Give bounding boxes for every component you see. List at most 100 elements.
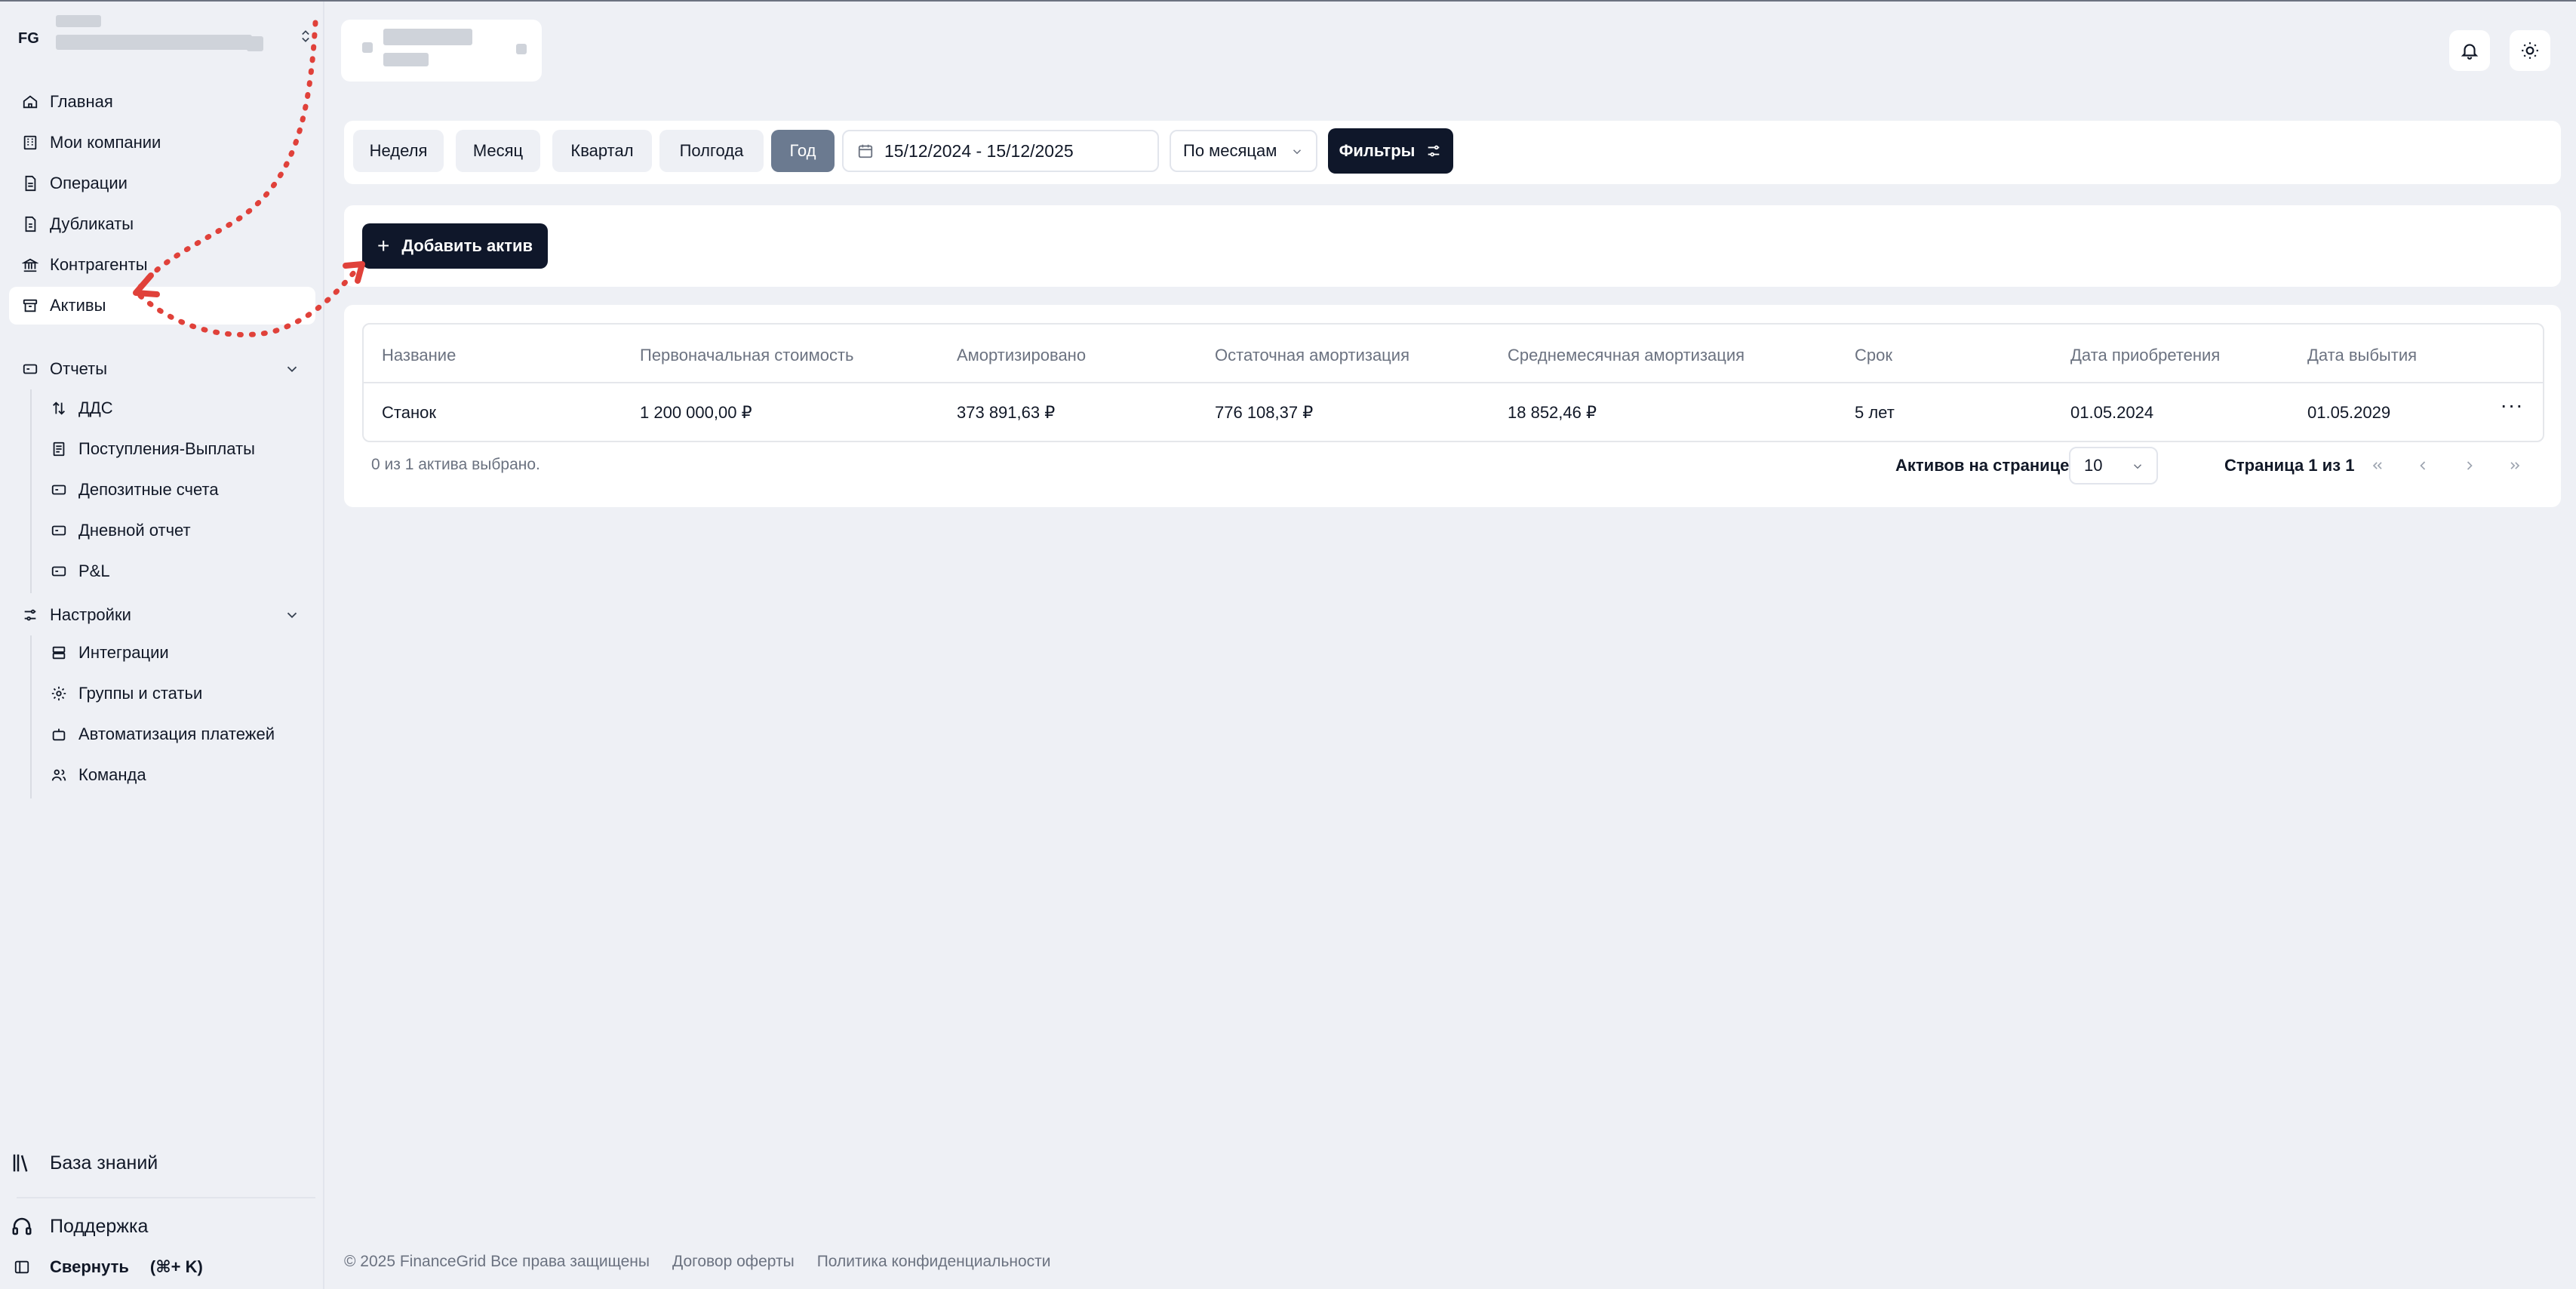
- row-actions-button[interactable]: ···: [2499, 395, 2525, 418]
- cell-disposal-date: 01.05.2029: [2307, 403, 2391, 422]
- copy-document-icon: [21, 215, 39, 233]
- sliders-icon: [1428, 145, 1440, 157]
- chevron-right-icon: [2467, 461, 2473, 470]
- org-switcher[interactable]: FG: [17, 14, 315, 68]
- header-org-redacted: [383, 53, 429, 66]
- assets-table: Название Первоначальная стоимость Аморти…: [362, 323, 2544, 442]
- grouping-select[interactable]: По месяцам: [1170, 130, 1317, 172]
- theme-toggle-button[interactable]: [2510, 30, 2550, 71]
- collapse-shortcut: (⌘+ K): [149, 1257, 203, 1276]
- org-initials: FG: [18, 30, 39, 47]
- column-header-monthly[interactable]: Среднемесячная амортизация: [1508, 346, 1744, 365]
- sidebar-item-label: Поступления-Выплаты: [78, 439, 255, 458]
- cell-acquisition-date: 01.05.2024: [2070, 403, 2154, 422]
- sidebar-item-integrations[interactable]: Интеграции: [38, 634, 315, 672]
- card-icon: [50, 521, 68, 540]
- date-range-value: 15/12/2024 - 15/12/2025: [884, 140, 1074, 161]
- filter-bar: Неделя Месяц Квартал Полгода Год 15/12/2…: [344, 121, 2561, 184]
- sidebar-group-label: Настройки: [50, 605, 131, 624]
- column-header-disposal-date[interactable]: Дата выбытия: [2307, 346, 2417, 365]
- sidebar-group-reports[interactable]: Отчеты: [9, 350, 315, 388]
- users-icon: [50, 766, 68, 784]
- window-top-border: [0, 0, 2576, 2]
- sidebar-item-counterparties[interactable]: Контрагенты: [9, 246, 315, 284]
- sidebar-item-team[interactable]: Команда: [38, 756, 315, 794]
- cell-residual: 776 108,37 ₽: [1215, 403, 1314, 422]
- column-header-amortized[interactable]: Амортизировано: [957, 346, 1086, 365]
- sidebar-item-label: Автоматизация платежей: [78, 724, 275, 743]
- table-divider: [364, 382, 2543, 383]
- add-asset-button[interactable]: + Добавить актив: [362, 223, 548, 269]
- sub-nav-line: [30, 389, 32, 593]
- gear-icon: [50, 684, 68, 703]
- chevron-down-icon: [287, 366, 297, 373]
- sidebar-item-label: Дубликаты: [50, 214, 134, 233]
- headset-icon: [9, 1214, 35, 1239]
- sidebar-item-label: Группы и статьи: [78, 684, 203, 703]
- notifications-button[interactable]: [2449, 30, 2490, 71]
- per-page-label: Активов на странице: [1895, 456, 2070, 475]
- last-page-button[interactable]: [2498, 448, 2532, 483]
- support-link[interactable]: Поддержка: [9, 1214, 148, 1239]
- sidebar-item-label: ДДС: [78, 398, 113, 417]
- receipt-icon: [50, 440, 68, 458]
- sidebar-item-label: Контрагенты: [50, 255, 148, 274]
- sidebar-item-deposit-accounts[interactable]: Депозитные счета: [38, 471, 315, 509]
- sidebar-item-payment-automation[interactable]: Автоматизация платежей: [38, 715, 315, 753]
- sidebar-panel-icon: [9, 1254, 35, 1280]
- prev-page-button[interactable]: [2405, 448, 2440, 483]
- bell-icon: [2461, 44, 2479, 60]
- column-header-name[interactable]: Название: [382, 346, 456, 365]
- selection-info: 0 из 1 актива выбрано.: [371, 456, 540, 473]
- sidebar-item-label: Главная: [50, 92, 113, 111]
- sidebar-item-groups-articles[interactable]: Группы и статьи: [38, 675, 315, 712]
- sub-nav-line: [30, 635, 32, 798]
- period-quarter-button[interactable]: Квартал: [552, 130, 652, 172]
- cell-monthly: 18 852,46 ₽: [1508, 403, 1597, 422]
- next-page-button[interactable]: [2452, 448, 2487, 483]
- sidebar-item-assets[interactable]: Активы: [9, 287, 315, 325]
- period-month-button[interactable]: Месяц: [456, 130, 540, 172]
- period-halfyear-button[interactable]: Полгода: [659, 130, 764, 172]
- sidebar-item-receipts-payments[interactable]: Поступления-Выплаты: [38, 430, 315, 468]
- sidebar-item-pnl[interactable]: P&L: [38, 552, 315, 590]
- column-header-acquisition-date[interactable]: Дата приобретения: [2070, 346, 2220, 365]
- archive-icon: [21, 297, 39, 315]
- cell-term: 5 лет: [1855, 403, 1895, 422]
- knowledge-base-link[interactable]: База знаний: [9, 1150, 158, 1176]
- privacy-link[interactable]: Политика конфиденциальности: [817, 1253, 1051, 1271]
- report-icon: [21, 360, 39, 378]
- filters-label: Фильтры: [1339, 141, 1416, 160]
- sidebar-item-companies[interactable]: Мои компании: [9, 124, 315, 162]
- sidebar-item-home[interactable]: Главная: [9, 83, 315, 121]
- sidebar-item-dds[interactable]: ДДС: [38, 389, 315, 427]
- column-header-residual[interactable]: Остаточная амортизация: [1215, 346, 1409, 365]
- filters-button[interactable]: Фильтры: [1328, 128, 1453, 174]
- sidebar-item-duplicates[interactable]: Дубликаты: [9, 205, 315, 243]
- assets-table-card: Название Первоначальная стоимость Аморти…: [344, 305, 2561, 507]
- header-org-card: [341, 20, 542, 82]
- period-week-button[interactable]: Неделя: [353, 130, 444, 172]
- building-icon: [21, 134, 39, 152]
- date-range-picker[interactable]: 15/12/2024 - 15/12/2025: [842, 130, 1159, 172]
- sidebar-group-settings[interactable]: Настройки: [9, 596, 315, 634]
- card-icon: [50, 481, 68, 499]
- annotation-arrows: [133, 20, 365, 337]
- chevron-updown-icon[interactable]: [298, 27, 313, 45]
- arrows-updown-icon: [50, 399, 68, 417]
- period-year-button[interactable]: Год: [771, 130, 835, 172]
- per-page-select[interactable]: 10: [2069, 447, 2158, 485]
- sidebar-item-operations[interactable]: Операции: [9, 165, 315, 202]
- sidebar-item-label: P&L: [78, 561, 110, 580]
- first-page-button[interactable]: [2360, 448, 2395, 483]
- chevron-down-icon: [287, 612, 297, 619]
- sidebar-group-label: Отчеты: [50, 359, 108, 378]
- offer-link[interactable]: Договор оферты: [672, 1253, 795, 1271]
- cell-initial-cost: 1 200 000,00 ₽: [640, 403, 752, 422]
- collapse-sidebar-button[interactable]: Свернуть (⌘+ K): [9, 1254, 203, 1280]
- column-header-initial-cost[interactable]: Первоначальная стоимость: [640, 346, 854, 365]
- sidebar-item-daily-report[interactable]: Дневной отчет: [38, 512, 315, 549]
- knowledge-base-label: База знаний: [50, 1152, 158, 1174]
- sidebar-item-label: Активы: [50, 296, 106, 315]
- column-header-term[interactable]: Срок: [1855, 346, 1892, 365]
